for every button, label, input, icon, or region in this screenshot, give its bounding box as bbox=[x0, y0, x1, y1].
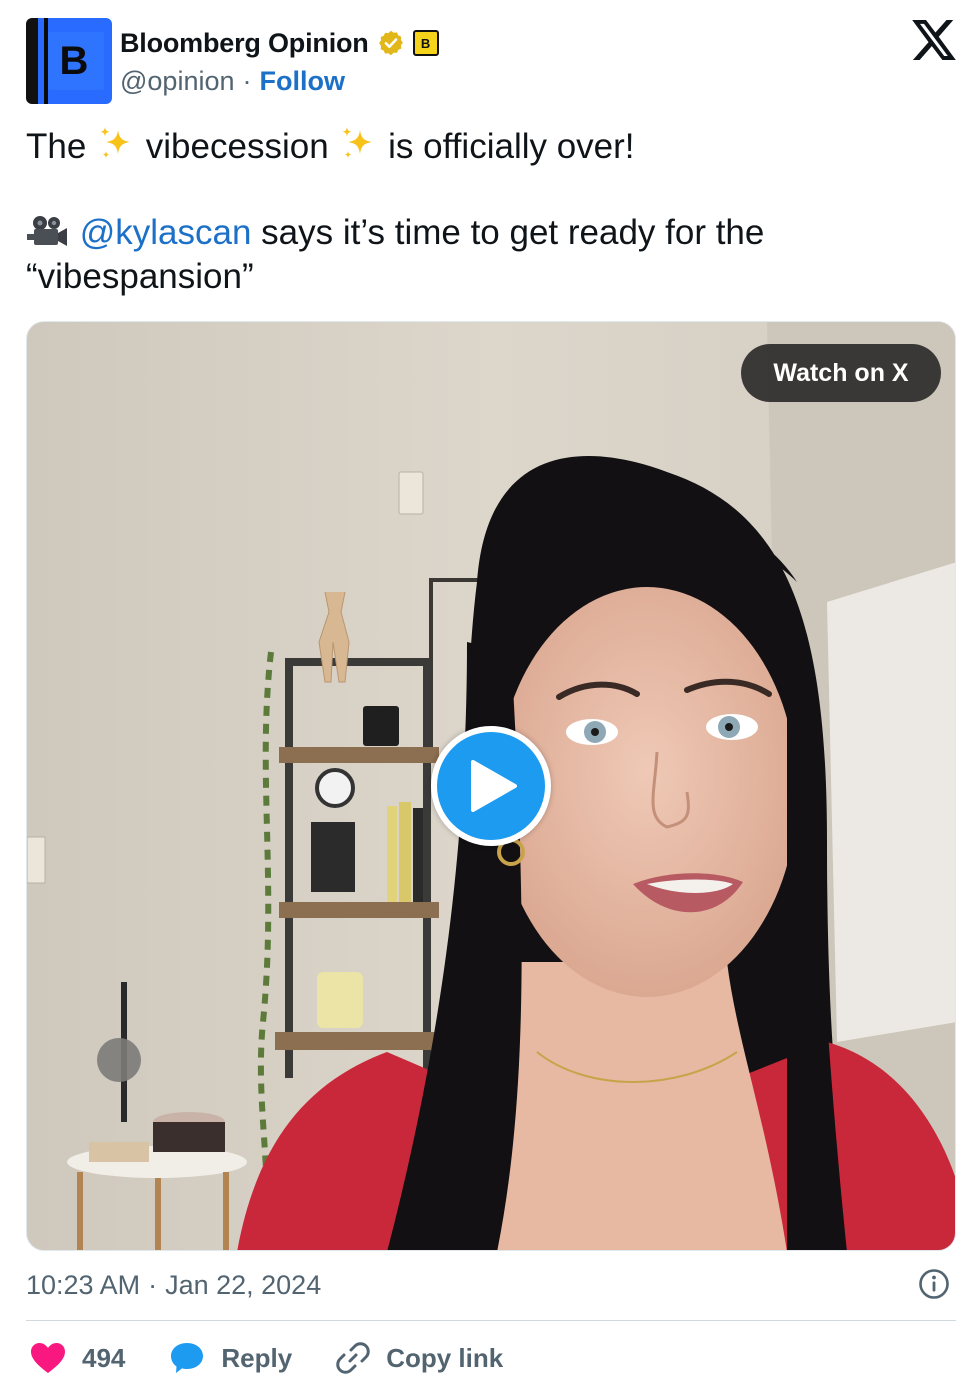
copy-link-button[interactable]: Copy link bbox=[336, 1341, 503, 1375]
reply-button[interactable]: Reply bbox=[169, 1341, 292, 1375]
avatar-letter: B bbox=[59, 39, 89, 83]
handle[interactable]: @opinion bbox=[120, 66, 235, 97]
display-name[interactable]: Bloomberg Opinion bbox=[120, 28, 369, 59]
timestamp-separator: · bbox=[148, 1269, 158, 1300]
tweet-text-vibecession: vibecession bbox=[145, 127, 329, 166]
watch-on-x-button[interactable]: Watch on X bbox=[741, 344, 941, 402]
post-date: Jan 22, 2024 bbox=[165, 1269, 322, 1300]
timestamp[interactable]: 10:23 AM · Jan 22, 2024 bbox=[26, 1268, 321, 1302]
tweet-text-says: says it’s time to get ready for the bbox=[251, 213, 765, 252]
reply-label: Reply bbox=[221, 1342, 293, 1373]
sparkles-icon bbox=[342, 127, 373, 159]
action-bar: 494 Reply Copy link bbox=[30, 1338, 547, 1378]
handle-row: @opinion · Follow bbox=[120, 64, 345, 98]
name-row: Bloomberg Opinion B bbox=[120, 26, 439, 60]
tweet-line-3: “vibespansion” bbox=[26, 257, 254, 296]
tweet-line-1: The vibecession is officially over! bbox=[26, 124, 946, 169]
sparkles-icon bbox=[100, 127, 131, 159]
verified-badge-icon bbox=[378, 30, 403, 56]
divider bbox=[26, 1320, 956, 1321]
tweet-text: The vibecession is officially over! @kyl… bbox=[26, 124, 946, 299]
avatar[interactable]: B bbox=[26, 18, 112, 104]
post-time: 10:23 AM bbox=[26, 1269, 141, 1300]
play-button[interactable] bbox=[431, 726, 551, 846]
heart-icon bbox=[31, 1343, 65, 1373]
x-logo-icon[interactable] bbox=[912, 20, 956, 60]
embedded-post: B Bloomberg Opinion B @opinion · Follow … bbox=[0, 0, 980, 1388]
speech-bubble-icon bbox=[171, 1343, 204, 1373]
tweet-text-over: is officially over! bbox=[388, 127, 635, 166]
play-icon bbox=[471, 760, 517, 812]
mention-link[interactable]: @kylascan bbox=[80, 213, 252, 252]
avatar-edge bbox=[44, 18, 48, 104]
follow-button[interactable]: Follow bbox=[260, 66, 345, 97]
tweet-line-2: @kylascan says it’s time to get ready fo… bbox=[26, 211, 946, 255]
like-count: 494 bbox=[82, 1342, 126, 1373]
movie-camera-icon bbox=[27, 216, 67, 246]
link-icon bbox=[336, 1342, 370, 1374]
handle-separator: · bbox=[242, 65, 252, 96]
like-button[interactable]: 494 bbox=[30, 1342, 125, 1374]
tweet-text-the: The bbox=[26, 127, 87, 166]
video-player[interactable]: Watch on X bbox=[26, 321, 956, 1251]
info-icon[interactable] bbox=[918, 1268, 950, 1300]
copy-link-label: Copy link bbox=[386, 1342, 504, 1373]
affiliate-badge: B bbox=[412, 30, 439, 56]
